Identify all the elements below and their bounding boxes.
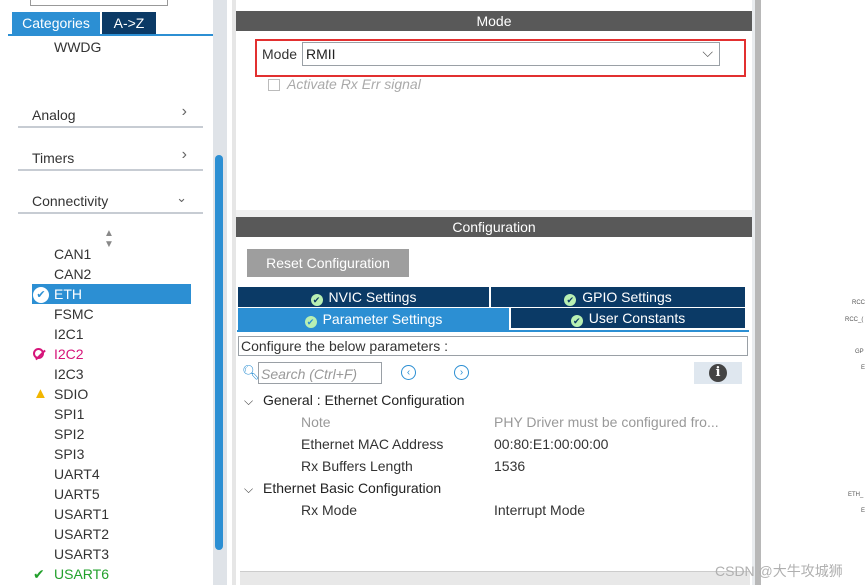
pin-label: RCC xyxy=(852,300,865,306)
chevron-down-icon[interactable]: ⌵ xyxy=(244,394,253,409)
peripheral-item-usart2[interactable]: USART2 xyxy=(54,526,109,542)
peripheral-item-can2[interactable]: CAN2 xyxy=(54,266,91,282)
param-name: Rx Mode xyxy=(301,502,358,518)
peripheral-item-spi2[interactable]: SPI2 xyxy=(54,426,84,442)
rx-err-checkbox[interactable] xyxy=(268,79,280,91)
peripheral-item-can1[interactable]: CAN1 xyxy=(54,246,91,262)
param-name: Rx Buffers Length xyxy=(301,458,413,474)
peripheral-item-i2c2[interactable]: I2C2 xyxy=(54,346,84,362)
param-name: Note xyxy=(301,414,331,430)
chevron-right-icon: › xyxy=(181,103,187,120)
chevron-down-icon[interactable]: ⌵ xyxy=(244,482,253,497)
sort-icon[interactable]: ▲ ▼ xyxy=(104,228,114,250)
peripheral-item-eth[interactable]: ETH xyxy=(54,286,82,302)
peripheral-item-i2c1[interactable]: I2C1 xyxy=(54,326,84,342)
param-value[interactable]: 00:80:E1:00:00:00 xyxy=(494,436,608,452)
tab-label: User Constants xyxy=(588,310,686,326)
next-match-icon[interactable]: › xyxy=(454,365,469,380)
tab-parameter-settings[interactable]: ✔ Parameter Settings xyxy=(238,308,509,330)
disabled-icon xyxy=(33,348,46,361)
group-label: Analog xyxy=(32,107,76,123)
tab-underline xyxy=(237,330,749,332)
peripheral-item-sdio[interactable]: SDIO xyxy=(54,386,88,402)
list-item-wwdg[interactable]: WWDG xyxy=(54,39,101,55)
previous-match-icon[interactable]: ‹ xyxy=(401,365,416,380)
peripheral-item-spi1[interactable]: SPI1 xyxy=(54,406,84,422)
configuration-title-bar: Configuration xyxy=(236,217,752,237)
pin-label: RCC_( xyxy=(845,317,864,323)
check-icon: ✔ xyxy=(564,294,577,306)
chevron-right-icon: › xyxy=(181,146,187,163)
tab-categories[interactable]: Categories xyxy=(12,12,100,34)
tab-a-z[interactable]: A->Z xyxy=(102,12,156,34)
reset-configuration-button[interactable]: Reset Configuration xyxy=(247,249,409,277)
peripheral-item-usart1[interactable]: USART1 xyxy=(54,506,109,522)
peripheral-item-usart6[interactable]: USART6 xyxy=(54,566,109,582)
param-value[interactable]: Interrupt Mode xyxy=(494,502,585,518)
check-icon: ✔ xyxy=(310,294,323,306)
param-value[interactable]: 1536 xyxy=(494,458,525,474)
tab-label: Parameter Settings xyxy=(322,311,443,327)
parameter-search-input[interactable]: Search (Ctrl+F) xyxy=(258,362,382,384)
tab-underline xyxy=(8,34,213,36)
sidebar-scroll-thumb[interactable] xyxy=(215,155,223,550)
pin-label: E xyxy=(861,508,865,514)
group-label: Timers xyxy=(32,150,75,166)
highlight-box xyxy=(255,39,746,77)
rx-err-label: Activate Rx Err signal xyxy=(287,76,421,92)
warning-icon: ▲ xyxy=(33,385,48,402)
description-panel-edge xyxy=(240,571,750,585)
pane-divider[interactable] xyxy=(755,0,761,585)
tab-user-constants[interactable]: ✔ User Constants xyxy=(511,308,745,328)
pin-label: E xyxy=(861,365,865,371)
param-name: Ethernet MAC Address xyxy=(301,436,444,452)
param-value: PHY Driver must be configured fro... xyxy=(494,414,719,430)
tab-gpio-settings[interactable]: ✔ GPIO Settings xyxy=(491,287,745,307)
tab-label: GPIO Settings xyxy=(582,289,672,305)
param-group-title[interactable]: Ethernet Basic Configuration xyxy=(263,480,441,496)
check-icon: ✔ xyxy=(33,566,45,582)
mode-title-bar: Mode xyxy=(236,11,752,31)
peripheral-item-usart3[interactable]: USART3 xyxy=(54,546,109,562)
peripheral-search-input[interactable] xyxy=(30,0,168,6)
peripheral-item-uart4[interactable]: UART4 xyxy=(54,466,100,482)
param-group-title[interactable]: General : Ethernet Configuration xyxy=(263,392,465,408)
check-icon: ✔ xyxy=(570,315,583,327)
group-connectivity[interactable]: Connectivity ⌄ xyxy=(18,188,203,214)
group-label: Connectivity xyxy=(32,193,109,209)
watermark: CSDN @大牛攻城狮 xyxy=(715,563,843,579)
check-circle-icon: ✔ xyxy=(33,287,49,303)
mode-panel xyxy=(236,0,752,210)
peripheral-item-uart5[interactable]: UART5 xyxy=(54,486,100,502)
peripheral-item-fsmc[interactable]: FSMC xyxy=(54,306,94,322)
info-icon: i xyxy=(709,364,727,382)
info-button[interactable]: i xyxy=(694,362,742,384)
peripheral-item-i2c3[interactable]: I2C3 xyxy=(54,366,84,382)
chevron-down-icon: ⌄ xyxy=(176,190,187,205)
tab-nvic-settings[interactable]: ✔ NVIC Settings xyxy=(238,287,489,307)
peripheral-item-spi3[interactable]: SPI3 xyxy=(54,446,84,462)
check-icon: ✔ xyxy=(304,316,317,328)
pin-label: ETH_ xyxy=(848,492,864,498)
search-placeholder: Search (Ctrl+F) xyxy=(261,366,358,382)
instruction-text: Configure the below parameters : xyxy=(238,336,748,356)
tab-label: NVIC Settings xyxy=(328,289,417,305)
pin-label: GP xyxy=(855,349,864,355)
group-timers[interactable]: Timers › xyxy=(18,145,203,171)
group-analog[interactable]: Analog › xyxy=(18,102,203,128)
